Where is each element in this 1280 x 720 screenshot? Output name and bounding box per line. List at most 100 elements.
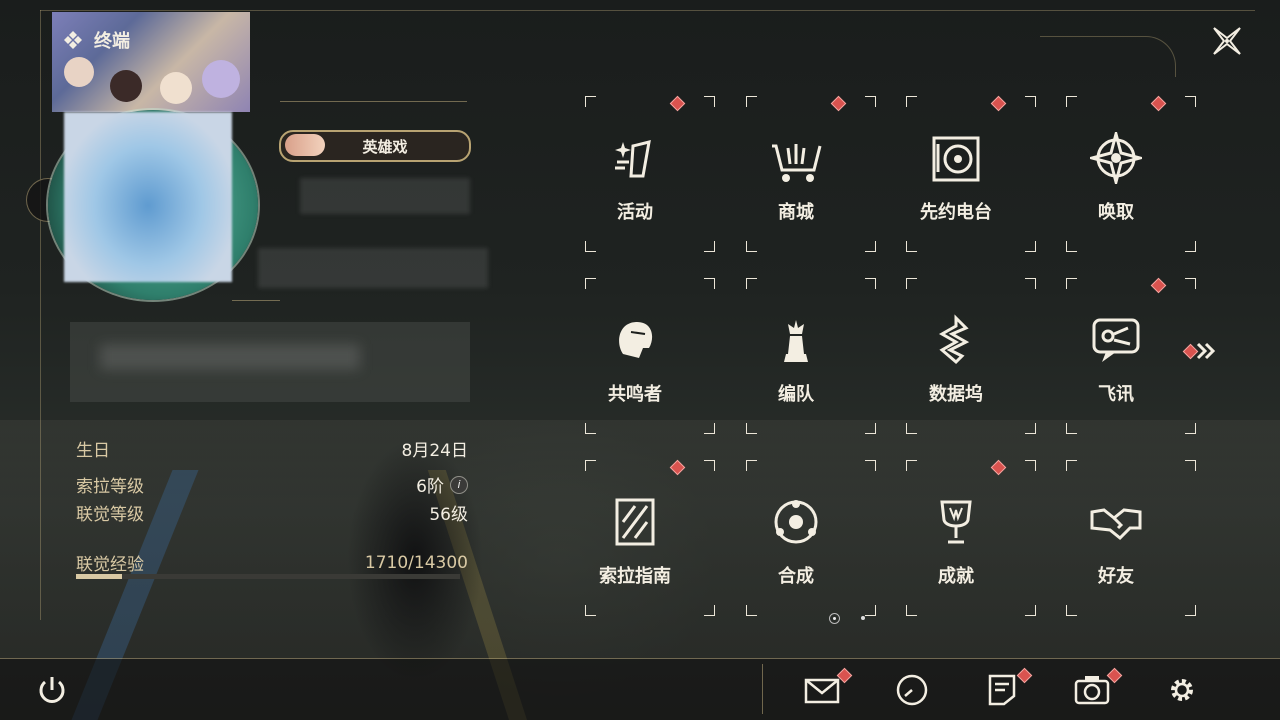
- tile-corner: [865, 278, 876, 289]
- event-icon: [615, 139, 651, 178]
- page-indicator-active[interactable]: [829, 613, 840, 624]
- message-bubble-icon: [1092, 318, 1140, 362]
- tile-corner: [906, 96, 917, 107]
- power-icon[interactable]: [34, 672, 70, 708]
- menu-tile-label: 先约电台: [920, 202, 992, 223]
- tile-corner: [1185, 278, 1196, 289]
- notification-badge: [1150, 277, 1167, 294]
- stat-value: 56级: [429, 505, 468, 525]
- menu-tile[interactable]: 商城: [716, 92, 876, 252]
- resonator-icon: [619, 322, 653, 358]
- menu-tile-label: 索拉指南: [599, 566, 671, 587]
- gacha-compass-icon: [1090, 132, 1142, 184]
- menu-tile[interactable]: 先约电台: [876, 92, 1036, 252]
- guide-book-icon: [615, 498, 655, 546]
- menu-tile-label: 商城: [778, 202, 814, 223]
- avatar[interactable]: [64, 112, 232, 282]
- menu-tile-label: 成就: [938, 566, 974, 587]
- tile-corner: [1025, 605, 1036, 616]
- page-title: 终端: [94, 31, 130, 52]
- tile-corner: [906, 460, 917, 471]
- close-icon[interactable]: [1210, 24, 1244, 58]
- menu-tile-label: 唤取: [1098, 202, 1134, 223]
- tile-corner: [1025, 460, 1036, 471]
- clock-icon[interactable]: [894, 672, 930, 708]
- tile-corner: [746, 423, 757, 434]
- notification-badge: [669, 459, 686, 476]
- tile-corner: [1185, 460, 1196, 471]
- menu-tile-label: 共鸣者: [608, 384, 662, 405]
- exp-progress-bar: [76, 574, 460, 579]
- title-badge[interactable]: 英雄戏: [279, 130, 471, 162]
- tile-corner: [906, 241, 917, 252]
- menu-tile[interactable]: 好友: [1036, 456, 1196, 616]
- tile-corner: [1066, 460, 1077, 471]
- tile-corner: [1066, 605, 1077, 616]
- mail-icon[interactable]: [804, 672, 840, 708]
- divider: [232, 300, 280, 301]
- chess-team-icon: [784, 320, 808, 362]
- exp-progress-fill: [76, 574, 123, 579]
- tile-corner: [865, 605, 876, 616]
- radio-icon: [932, 136, 980, 182]
- tile-corner: [746, 241, 757, 252]
- menu-tile[interactable]: 编队: [716, 274, 876, 434]
- tile-corner: [1066, 96, 1077, 107]
- notification-badge: [669, 95, 686, 112]
- signature-box[interactable]: [70, 322, 470, 402]
- tile-corner: [1066, 278, 1077, 289]
- divider: [280, 101, 467, 102]
- player-name-obscured: [300, 178, 470, 214]
- menu-tile[interactable]: 共鸣者: [555, 274, 715, 434]
- stat-value: 6阶: [416, 477, 444, 497]
- tile-corner: [704, 241, 715, 252]
- next-page-button[interactable]: [1182, 340, 1222, 362]
- menu-tile[interactable]: 合成: [716, 456, 876, 616]
- stat-label: 联觉经验: [76, 555, 144, 575]
- handshake-icon: [1090, 508, 1142, 541]
- tile-corner: [585, 605, 596, 616]
- frame-line: [40, 10, 1255, 11]
- menu-tile[interactable]: 索拉指南: [555, 456, 715, 616]
- tile-corner: [1185, 96, 1196, 107]
- tile-corner: [906, 278, 917, 289]
- menu-tile-label: 编队: [778, 384, 814, 405]
- stat-birthday: 生日 8月24日: [76, 436, 468, 461]
- tile-corner: [704, 460, 715, 471]
- trophy-icon: [940, 500, 972, 544]
- tile-corner: [585, 423, 596, 434]
- footer-divider: [762, 664, 763, 714]
- info-icon[interactable]: i: [450, 475, 468, 494]
- settings-gear-icon[interactable]: [1164, 672, 1200, 708]
- notification-badge: [1150, 95, 1167, 112]
- tile-corner: [906, 605, 917, 616]
- stat-label: 索拉等级: [76, 477, 144, 497]
- terminal-diamond-icon: [64, 31, 82, 49]
- stat-sola-level: 索拉等级 6阶 i: [76, 472, 468, 497]
- tile-corner: [865, 96, 876, 107]
- menu-tile[interactable]: 飞讯: [1036, 274, 1196, 434]
- tile-corner: [1185, 241, 1196, 252]
- page-indicator[interactable]: [861, 616, 865, 620]
- tile-corner: [1066, 423, 1077, 434]
- menu-tile[interactable]: 成就: [876, 456, 1036, 616]
- tile-corner: [746, 278, 757, 289]
- menu-tile[interactable]: 数据坞: [876, 274, 1036, 434]
- tile-corner: [585, 278, 596, 289]
- notice-icon[interactable]: [984, 672, 1020, 708]
- menu-tile[interactable]: 唤取: [1036, 92, 1196, 252]
- menu-tile-label: 数据坞: [929, 384, 983, 405]
- tile-corner: [746, 460, 757, 471]
- stat-value: 1710/14300: [364, 552, 468, 573]
- tile-corner: [585, 460, 596, 471]
- menu-tile[interactable]: 活动: [555, 92, 715, 252]
- tile-corner: [1025, 278, 1036, 289]
- stat-union-exp: 联觉经验 1710/14300: [76, 550, 468, 576]
- tile-corner: [1066, 241, 1077, 252]
- camera-icon[interactable]: [1074, 672, 1110, 708]
- tile-corner: [1185, 423, 1196, 434]
- stat-union-level: 联觉等级 56级: [76, 500, 468, 525]
- tile-corner: [704, 96, 715, 107]
- stat-label: 联觉等级: [76, 505, 144, 525]
- menu-tile-label: 好友: [1098, 566, 1134, 587]
